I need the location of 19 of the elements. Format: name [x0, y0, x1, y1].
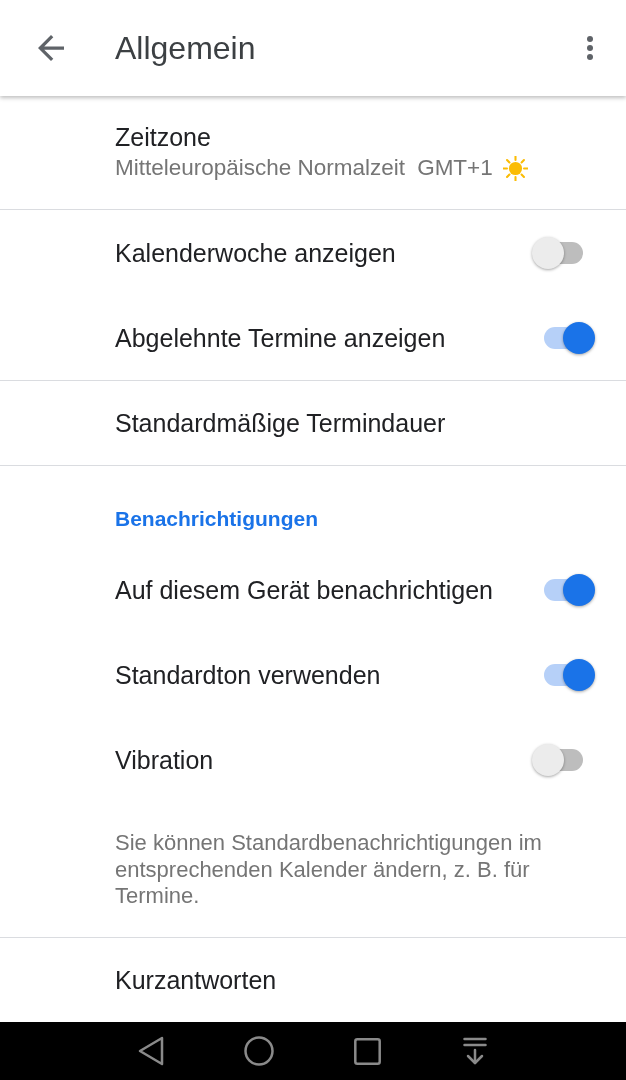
- setting-label: Kalenderwoche anzeigen: [115, 237, 397, 268]
- back-arrow-icon[interactable]: [38, 35, 64, 61]
- app-bar-title: Allgemein: [115, 29, 256, 67]
- settings-item[interactable]: Kurzantworten: [0, 937, 626, 1022]
- setting-label: Vibration: [115, 744, 215, 775]
- section-header: Benachrichtigungen: [115, 507, 319, 530]
- recents-square-icon[interactable]: [353, 1037, 381, 1065]
- setting-label: Standardton verwenden: [115, 659, 382, 690]
- back-triangle-icon[interactable]: [138, 1036, 164, 1066]
- hint-text: Sie können Standardbenachrichtigungen im entsprechenden Kalender ändern, z. B. für Termine.: [115, 830, 543, 910]
- setting-label: Auf diesem Gerät benachrichtigen: [115, 574, 494, 605]
- timezone-offset: GMT+1: [417, 154, 493, 182]
- setting-label: Abgelehnte Termine anzeigen: [115, 322, 447, 353]
- setting-title: Zeitzone: [115, 122, 211, 152]
- timezone-name: Mitteleuropäische Normalzeit: [115, 154, 406, 182]
- home-circle-icon[interactable]: [244, 1036, 274, 1066]
- sun-icon: [502, 155, 528, 181]
- settings-item[interactable]: Standardmäßige Termindauer: [0, 381, 626, 465]
- more-options-icon[interactable]: [587, 36, 593, 60]
